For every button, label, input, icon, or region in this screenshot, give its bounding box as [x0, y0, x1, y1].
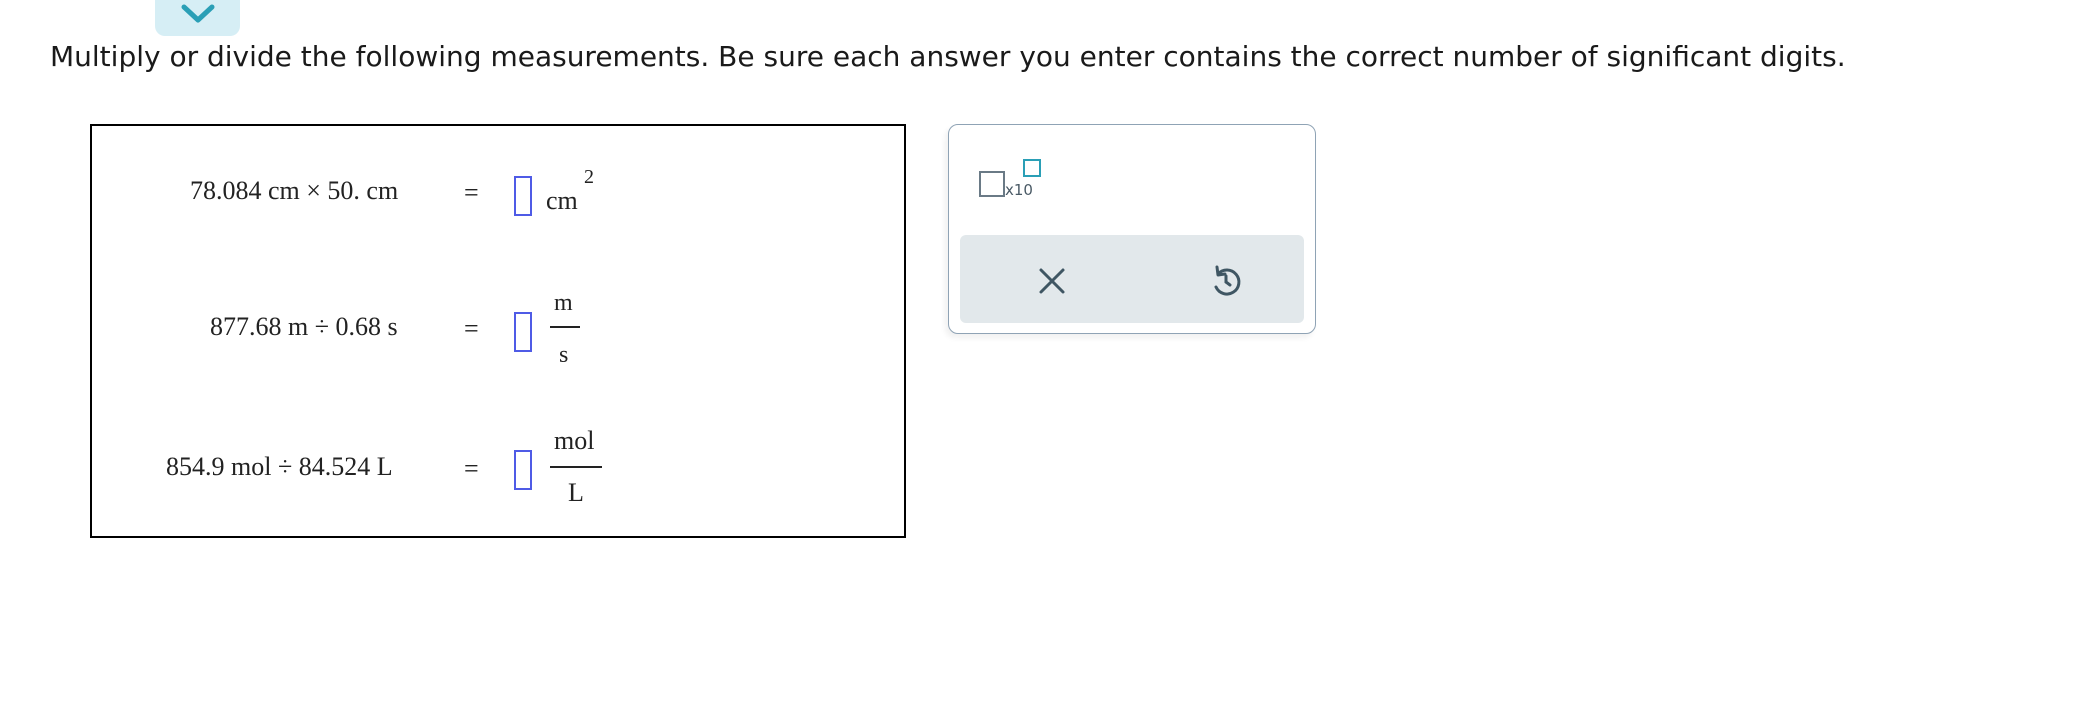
- sci-base-box-icon: [979, 171, 1005, 197]
- problem-2-answer-input[interactable]: [514, 312, 532, 352]
- problem-2-equals: =: [464, 314, 479, 343]
- problem-1-unit: cm: [546, 186, 578, 215]
- undo-icon: [1214, 265, 1241, 296]
- problem-2-unit-denominator: s: [559, 342, 569, 368]
- problem-1-answer-input[interactable]: [514, 176, 532, 216]
- sci-notation-label: x10: [1005, 181, 1033, 199]
- problem-1-equals: =: [464, 178, 479, 207]
- instructions-text: Multiply or divide the following measure…: [50, 40, 1846, 73]
- problem-2-fraction-bar: [550, 326, 580, 328]
- problem-2-expression: 877.68 m ÷ 0.68 s: [210, 312, 398, 341]
- sci-exponent-box-icon: [1023, 159, 1041, 177]
- answer-tools-panel: x10: [948, 124, 1316, 334]
- scientific-notation-button[interactable]: x10: [979, 157, 1051, 203]
- problem-3-fraction-bar: [550, 466, 602, 468]
- problem-3-unit-denominator: L: [568, 478, 584, 507]
- problem-1-unit-exponent: 2: [584, 166, 594, 188]
- problem-1-expression: 78.084 cm × 50. cm: [190, 176, 399, 205]
- chevron-down-icon: [181, 4, 214, 23]
- problem-3-unit-numerator: mol: [554, 426, 595, 455]
- undo-button[interactable]: [1206, 261, 1246, 301]
- x-icon: [1039, 268, 1065, 294]
- problem-box: 78.084 cm × 50. cm = cm 2 877.68 m ÷ 0.6…: [90, 124, 906, 538]
- problem-3-expression: 854.9 mol ÷ 84.524 L: [166, 452, 393, 481]
- action-bar: [960, 235, 1304, 323]
- problem-3-equals: =: [464, 454, 479, 483]
- problem-2-unit-numerator: m: [554, 290, 573, 316]
- clear-button[interactable]: [1032, 261, 1072, 301]
- problem-3-answer-input[interactable]: [514, 450, 532, 490]
- collapse-toggle-button[interactable]: [155, 0, 240, 36]
